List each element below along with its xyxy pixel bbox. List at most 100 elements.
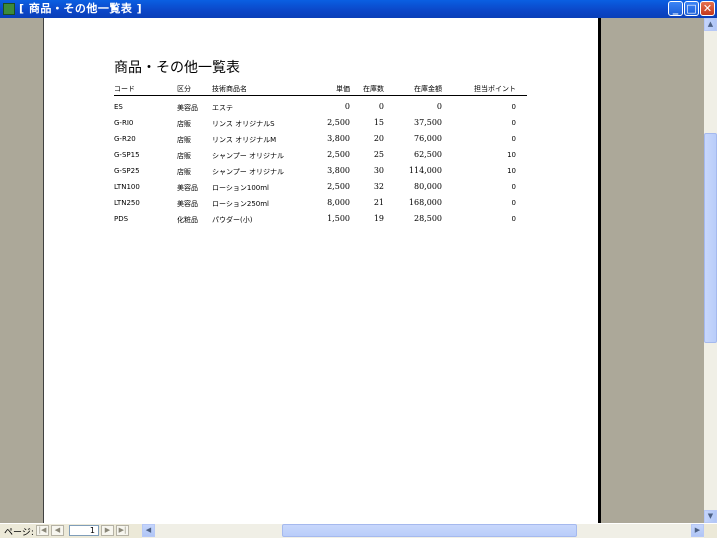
chevron-down-icon: ▼ (707, 512, 714, 520)
horizontal-scrollbar[interactable]: ◀ ▶ (142, 524, 704, 538)
cell-amount: 28,500 (414, 214, 442, 223)
cell-stock: 0 (378, 102, 384, 111)
cell-stock: 15 (373, 118, 384, 127)
cell-kubun: 化粧品 (177, 216, 198, 224)
header-stock: 在庫数 (363, 85, 384, 93)
last-page-button[interactable]: ▶| (116, 525, 129, 536)
page-label: ページ: (4, 528, 34, 538)
cell-name: リンス オリジナルS (212, 120, 275, 128)
window-title: [ 商品・その他一覧表 ] (19, 2, 143, 15)
report-page: 商品・その他一覧表 コード 区分 技術商品名 単価 在庫数 在庫金額 担当ポイン… (44, 18, 598, 523)
header-price: 単価 (336, 85, 350, 93)
cell-code: G-SP25 (114, 167, 140, 175)
cell-amount: 0 (436, 102, 442, 111)
scroll-up-button[interactable]: ▲ (704, 18, 717, 31)
page-right-edge (598, 18, 601, 523)
cell-code: LTN250 (114, 199, 140, 207)
header-kubun: 区分 (177, 85, 191, 93)
cell-point: 0 (511, 103, 516, 111)
header-rule (114, 95, 527, 96)
cell-code: PDS (114, 215, 129, 223)
header-code: コード (114, 85, 135, 93)
cell-point: 0 (511, 119, 516, 127)
cell-kubun: 美容品 (177, 200, 198, 208)
cell-price: 0 (344, 102, 350, 111)
table-row: G-R20 店販 リンス オリジナルM 3,800 20 76,000 0 (44, 132, 598, 148)
maximize-icon: □ (686, 2, 697, 15)
title-bar[interactable]: [ 商品・その他一覧表 ] _ □ ✕ (0, 0, 717, 18)
maximize-button[interactable]: □ (684, 1, 699, 16)
close-icon: ✕ (702, 2, 713, 15)
table-row: PDS 化粧品 パウダー(小) 1,500 19 28,500 0 (44, 212, 598, 228)
table-row: G-SP15 店販 シャンプー オリジナル 2,500 25 62,500 10 (44, 148, 598, 164)
cell-kubun: 店販 (177, 136, 191, 144)
table-row: LTN100 美容品 ローション100ml 2,500 32 80,000 0 (44, 180, 598, 196)
scrollbar-corner (704, 524, 717, 538)
cell-stock: 30 (373, 166, 384, 175)
close-button[interactable]: ✕ (700, 1, 715, 16)
prev-page-icon: ◀ (54, 526, 61, 534)
cell-stock: 25 (373, 150, 384, 159)
cell-kubun: 美容品 (177, 184, 198, 192)
first-page-button[interactable]: |◀ (36, 525, 49, 536)
table-row: G-SP25 店販 シャンプー オリジナル 3,800 30 114,000 1… (44, 164, 598, 180)
cell-name: エステ (212, 104, 233, 112)
cell-code: G-RI0 (114, 119, 134, 127)
chevron-up-icon: ▲ (707, 20, 714, 28)
cell-kubun: 店販 (177, 168, 191, 176)
scroll-right-button[interactable]: ▶ (691, 524, 704, 537)
cell-name: ローション100ml (212, 184, 269, 192)
vertical-scroll-thumb[interactable] (704, 133, 717, 343)
cell-point: 10 (507, 167, 516, 175)
cell-price: 2,500 (327, 118, 350, 127)
cell-amount: 80,000 (414, 182, 442, 191)
cell-code: G-SP15 (114, 151, 140, 159)
cell-amount: 37,500 (414, 118, 442, 127)
cell-point: 0 (511, 199, 516, 207)
cell-name: シャンプー オリジナル (212, 168, 285, 176)
cell-name: ローション250ml (212, 200, 269, 208)
cell-amount: 62,500 (414, 150, 442, 159)
cell-price: 3,800 (327, 166, 350, 175)
header-point: 担当ポイント (474, 85, 516, 93)
cell-stock: 32 (373, 182, 384, 191)
horizontal-scroll-thumb[interactable] (282, 524, 577, 537)
scroll-left-button[interactable]: ◀ (142, 524, 155, 537)
table-row: LTN250 美容品 ローション250ml 8,000 21 168,000 0 (44, 196, 598, 212)
cell-point: 0 (511, 183, 516, 191)
cell-name: シャンプー オリジナル (212, 152, 285, 160)
minimize-icon: _ (672, 2, 679, 15)
cell-name: パウダー(小) (212, 216, 253, 224)
report-title: 商品・その他一覧表 (114, 60, 240, 76)
chevron-left-icon: ◀ (145, 526, 152, 534)
cell-price: 2,500 (327, 150, 350, 159)
first-page-icon: |◀ (38, 526, 47, 534)
cell-kubun: 店販 (177, 120, 191, 128)
minimize-button[interactable]: _ (668, 1, 683, 16)
record-navigation-bar: ページ: |◀ ◀ 1 ▶ ▶| ◀ ▶ (0, 523, 717, 538)
cell-code: ES (114, 103, 123, 111)
cell-price: 3,800 (327, 134, 350, 143)
cell-kubun: 店販 (177, 152, 191, 160)
vertical-scrollbar[interactable]: ▲ ▼ (704, 18, 717, 523)
cell-code: LTN100 (114, 183, 140, 191)
cell-point: 10 (507, 151, 516, 159)
cell-price: 1,500 (327, 214, 350, 223)
cell-stock: 19 (373, 214, 384, 223)
cell-name: リンス オリジナルM (212, 136, 277, 144)
scroll-down-button[interactable]: ▼ (704, 510, 717, 523)
cell-amount: 114,000 (408, 166, 442, 175)
cell-amount: 168,000 (408, 198, 442, 207)
header-amount: 在庫金額 (414, 85, 442, 93)
page-number-input[interactable]: 1 (69, 525, 99, 536)
last-page-icon: ▶| (118, 526, 127, 534)
cell-stock: 20 (373, 134, 384, 143)
cell-kubun: 美容品 (177, 104, 198, 112)
cell-price: 2,500 (327, 182, 350, 191)
next-page-button[interactable]: ▶ (101, 525, 114, 536)
header-name: 技術商品名 (212, 85, 247, 93)
prev-page-button[interactable]: ◀ (51, 525, 64, 536)
cell-code: G-R20 (114, 135, 136, 143)
table-row: G-RI0 店販 リンス オリジナルS 2,500 15 37,500 0 (44, 116, 598, 132)
app-icon[interactable] (3, 3, 15, 15)
